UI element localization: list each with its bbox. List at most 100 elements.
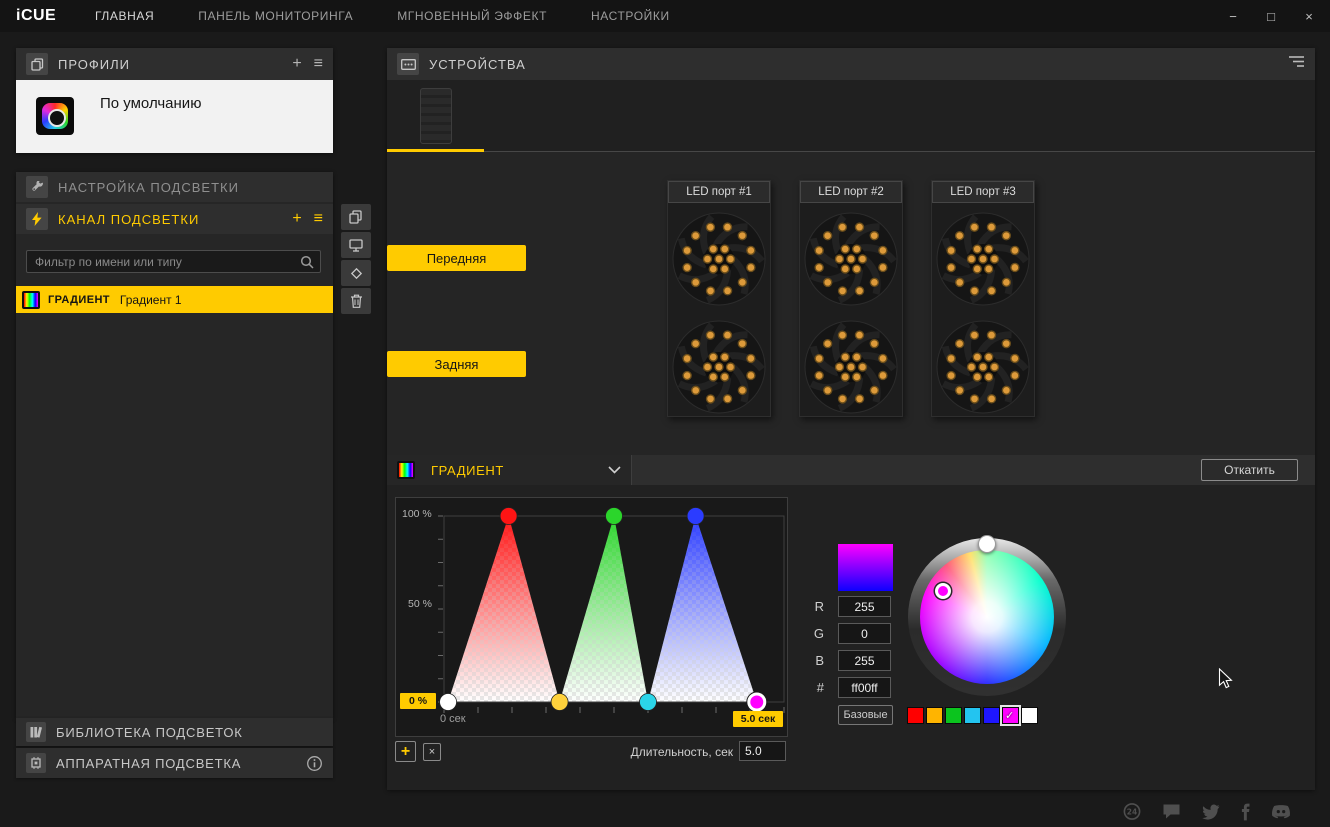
hardware-lighting-row[interactable]: АППАРАТНАЯ ПОДСВЕТКА	[16, 748, 333, 778]
profile-item-default[interactable]: По умолчанию	[16, 80, 333, 153]
color-swatch[interactable]	[945, 707, 962, 724]
fan-leds	[936, 212, 1030, 414]
duplicate-button[interactable]	[341, 204, 371, 230]
chat-icon[interactable]	[1162, 803, 1181, 820]
search-icon	[300, 255, 314, 274]
lightning-icon	[26, 208, 48, 230]
library-label: БИБЛИОТЕКА ПОДСВЕТОК	[56, 724, 243, 740]
lighting-panel: НАСТРОЙКА ПОДСВЕТКИ КАНАЛ ПОДСВЕТКИ + ≡ …	[16, 172, 333, 718]
profile-name: По умолчанию	[100, 95, 202, 112]
devices-title: УСТРОЙСТВА	[429, 56, 526, 72]
discord-icon[interactable]	[1270, 804, 1292, 820]
effect-type-value: ГРАДИЕНТ	[431, 462, 504, 478]
b-input[interactable]	[838, 650, 891, 671]
r-input[interactable]	[838, 596, 891, 617]
effect-toolbar	[341, 204, 371, 314]
b-label: B	[815, 653, 824, 668]
trash-icon	[350, 294, 362, 308]
y-axis-label-50: 50 %	[408, 598, 432, 610]
monitor-icon	[349, 238, 363, 252]
effect-name-label: Градиент 1	[119, 292, 182, 307]
gradient-effect-icon	[397, 461, 415, 479]
move-to-device-button[interactable]	[341, 232, 371, 258]
channel-menu-button[interactable]: ≡	[314, 211, 323, 227]
color-swatch[interactable]: ✓	[1002, 707, 1019, 724]
profiles-icon	[26, 53, 48, 75]
device-tab[interactable]	[408, 87, 464, 145]
effect-type-dropdown[interactable]: ГРАДИЕНТ	[387, 455, 632, 485]
add-effect-button[interactable]: +	[292, 211, 301, 227]
close-button[interactable]: ×	[1302, 9, 1316, 24]
hex-input[interactable]	[838, 677, 891, 698]
r-label: R	[814, 599, 824, 614]
lighting-channel-header[interactable]: КАНАЛ ПОДСВЕТКИ + ≡	[16, 204, 333, 234]
effect-filter	[26, 250, 321, 273]
svg-text:24: 24	[1127, 807, 1137, 816]
color-swatch[interactable]	[926, 707, 943, 724]
add-stop-button[interactable]: +	[395, 741, 416, 762]
x-axis-label-start: 0 сек	[440, 713, 466, 725]
color-swatch[interactable]	[907, 707, 924, 724]
remove-stop-button[interactable]: ×	[423, 743, 441, 761]
device-filter-icon[interactable]	[1288, 55, 1305, 73]
filter-input[interactable]	[26, 250, 321, 273]
color-swatch[interactable]	[1021, 707, 1038, 724]
hardware-label: АППАРАТНАЯ ПОДСВЕТКА	[56, 755, 242, 771]
duplicate-icon	[349, 210, 362, 224]
support-24-icon[interactable]: 24	[1122, 802, 1142, 821]
g-input[interactable]	[838, 623, 891, 644]
profile-logo-icon	[36, 97, 74, 135]
menu-item-instant-lighting[interactable]: МГНОВЕННЫЙ ЭФФЕКТ	[397, 9, 547, 23]
lighting-setup-title: НАСТРОЙКА ПОДСВЕТКИ	[58, 179, 239, 195]
led-port-panel[interactable]: LED порт #3	[931, 180, 1035, 417]
effect-editor-bar: ГРАДИЕНТ Откатить	[387, 455, 1315, 485]
check-icon: ✓	[1005, 710, 1015, 722]
solid-shape-button[interactable]	[341, 260, 371, 286]
rollback-button[interactable]: Откатить	[1201, 459, 1298, 481]
color-swatch[interactable]	[983, 707, 1000, 724]
channel-row-hex: #	[802, 677, 942, 698]
gradient-effect-icon	[22, 290, 40, 309]
profiles-header: ПРОФИЛИ + ≡	[16, 48, 333, 80]
titlebar: iCUE ГЛАВНАЯ ПАНЕЛЬ МОНИТОРИНГА МГНОВЕНН…	[0, 0, 1330, 32]
menu-item-settings[interactable]: НАСТРОЙКИ	[591, 9, 670, 23]
profiles-title: ПРОФИЛИ	[58, 56, 130, 72]
info-icon[interactable]	[306, 755, 323, 772]
effect-list-item-gradient[interactable]: ГРАДИЕНТ Градиент 1	[16, 286, 333, 313]
g-label: G	[813, 626, 824, 641]
hue-selector-handle[interactable]	[935, 583, 951, 599]
front-zone-button[interactable]: Передняя	[387, 245, 526, 271]
menu-item-home[interactable]: ГЛАВНАЯ	[95, 9, 154, 23]
gradient-timeline-panel[interactable]: 100 % 50 % 0 % 0 сек 5.0 сек	[395, 497, 788, 737]
lighting-setup-header[interactable]: НАСТРОЙКА ПОДСВЕТКИ	[16, 172, 333, 202]
gradient-plot[interactable]	[438, 507, 785, 713]
lighting-library-row[interactable]: БИБЛИОТЕКА ПОДСВЕТОК	[16, 718, 333, 746]
color-swatch[interactable]	[964, 707, 981, 724]
devices-panel: УСТРОЙСТВА Передняя Задняя LED порт #1 L…	[387, 48, 1315, 790]
brightness-knob[interactable]	[978, 535, 996, 553]
basic-colors-button[interactable]: Базовые	[838, 705, 893, 725]
profiles-menu-button[interactable]: ≡	[314, 56, 323, 72]
led-port-panel[interactable]: LED порт #2	[799, 180, 903, 417]
menu-item-dashboard[interactable]: ПАНЕЛЬ МОНИТОРИНГА	[198, 9, 353, 23]
swatch-row: ✓	[907, 707, 1038, 724]
twitter-icon[interactable]	[1201, 803, 1220, 820]
icue-window: iCUE ГЛАВНАЯ ПАНЕЛЬ МОНИТОРИНГА МГНОВЕНН…	[0, 0, 1330, 827]
duration-input[interactable]	[739, 741, 786, 761]
delete-effect-button[interactable]	[341, 288, 371, 314]
diamond-icon	[350, 267, 362, 279]
facebook-icon[interactable]	[1240, 803, 1250, 821]
hue-wheel[interactable]	[920, 550, 1054, 684]
gradient-editor: 100 % 50 % 0 % 0 сек 5.0 сек + × Длитель…	[387, 485, 1315, 790]
devices-icon	[397, 53, 419, 75]
window-controls: − □ ×	[1226, 0, 1316, 32]
add-profile-button[interactable]: +	[292, 56, 301, 72]
devices-header: УСТРОЙСТВА	[387, 48, 1315, 80]
led-port-panel[interactable]: LED порт #1	[667, 180, 771, 417]
color-wheel[interactable]	[908, 535, 1066, 696]
maximize-button[interactable]: □	[1264, 9, 1278, 24]
back-zone-button[interactable]: Задняя	[387, 351, 526, 377]
minimize-button[interactable]: −	[1226, 9, 1240, 24]
profiles-panel: ПРОФИЛИ + ≡ По умолчанию	[16, 48, 333, 153]
led-port-label: LED порт #3	[932, 181, 1034, 203]
